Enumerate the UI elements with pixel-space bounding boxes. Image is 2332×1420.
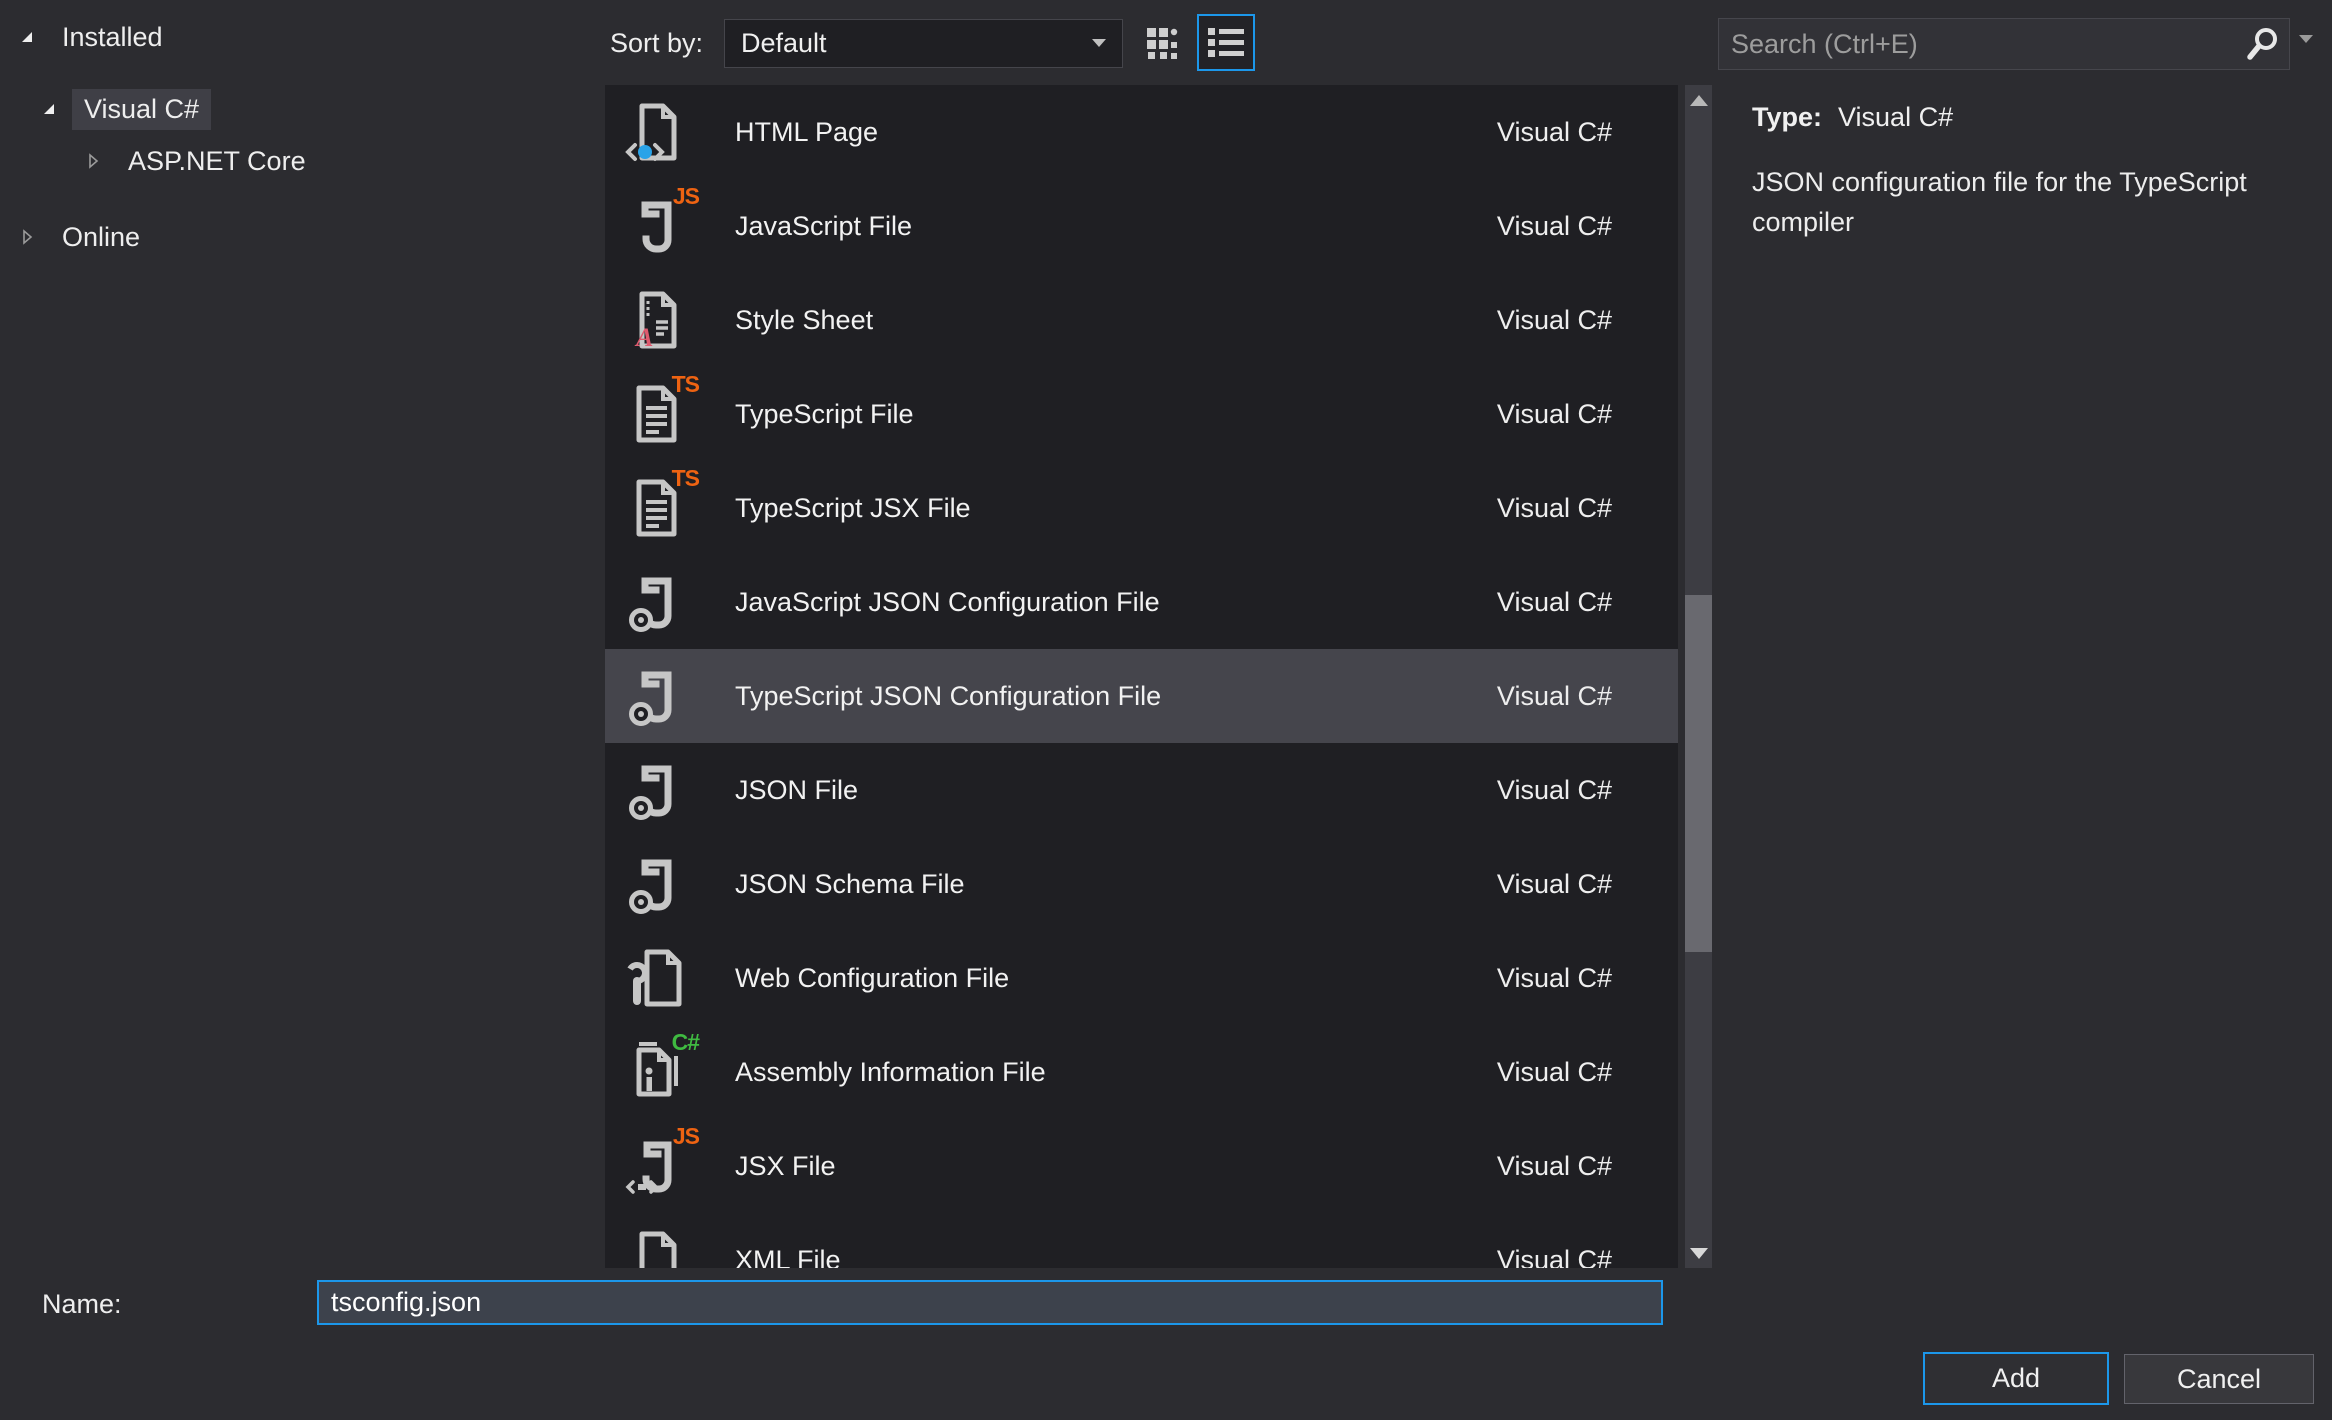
scroll-down-icon: [1689, 1247, 1709, 1260]
template-name: JSON Schema File: [735, 869, 1497, 900]
template-name: HTML Page: [735, 117, 1497, 148]
list-item-json-schema-file[interactable]: JSON Schema File Visual C#: [605, 837, 1678, 931]
add-new-item-dialog: { "sidebar": { "items": [ { "label": "In…: [0, 0, 2332, 1420]
html-page-icon: [625, 100, 689, 164]
template-name: JSON File: [735, 775, 1497, 806]
ts-doc-icon: TS: [625, 382, 689, 446]
template-name: JSX File: [735, 1151, 1497, 1182]
template-list: HTML Page Visual C# JS JavaScript File V…: [605, 85, 1678, 1268]
template-category: Visual C#: [1497, 305, 1612, 336]
template-name: JavaScript JSON Configuration File: [735, 587, 1497, 618]
scroll-up-button[interactable]: [1685, 85, 1712, 115]
list-item-json-file[interactable]: JSON File Visual C#: [605, 743, 1678, 837]
template-name: TypeScript JSON Configuration File: [735, 681, 1497, 712]
list-scrollbar[interactable]: [1685, 85, 1712, 1268]
sidebar-item-visual-c-[interactable]: Visual C#: [0, 86, 600, 132]
search-box: [1718, 18, 2290, 70]
chevron-down-icon: [1092, 39, 1106, 48]
template-category: Visual C#: [1497, 399, 1612, 430]
scroll-down-button[interactable]: [1685, 1238, 1712, 1268]
icon-badge: C#: [672, 1031, 699, 1054]
list-item-html-page[interactable]: HTML Page Visual C#: [605, 85, 1678, 179]
list-item-typescript-file[interactable]: TS TypeScript File Visual C#: [605, 367, 1678, 461]
list-view-button[interactable]: [1197, 14, 1255, 71]
sidebar-item-online[interactable]: Online: [0, 214, 600, 260]
list-item-xml-file[interactable]: XML File Visual C#: [605, 1213, 1678, 1268]
sidebar-item-label: ASP.NET Core: [116, 141, 318, 182]
template-category: Visual C#: [1497, 493, 1612, 524]
type-row: Type: Visual C#: [1752, 102, 1953, 133]
medium-icons-icon: [1146, 27, 1180, 61]
list-item-assembly-information-file[interactable]: C# Assembly Information File Visual C#: [605, 1025, 1678, 1119]
name-input[interactable]: [317, 1280, 1663, 1325]
list-item-javascript-json-configuration-file[interactable]: JavaScript JSON Configuration File Visua…: [605, 555, 1678, 649]
icon-badge: TS: [672, 373, 699, 396]
template-name: Web Configuration File: [735, 963, 1497, 994]
template-category: Visual C#: [1497, 963, 1612, 994]
sidebar-item-installed[interactable]: Installed: [0, 14, 600, 60]
template-name: TypeScript JSX File: [735, 493, 1497, 524]
js-scroll-icon: JS: [625, 194, 689, 258]
expanded-triangle-icon: [14, 24, 40, 50]
web-config-icon: [625, 946, 689, 1010]
template-category: Visual C#: [1497, 1151, 1612, 1182]
search-input[interactable]: [1719, 19, 2243, 69]
sidebar-item-label: Installed: [50, 17, 175, 58]
type-label: Type:: [1752, 102, 1822, 132]
template-category: Visual C#: [1497, 117, 1612, 148]
collapsed-triangle-icon: [14, 224, 40, 250]
icon-badge: TS: [672, 467, 699, 490]
list-item-typescript-jsx-file[interactable]: TS TypeScript JSX File Visual C#: [605, 461, 1678, 555]
template-category: Visual C#: [1497, 775, 1612, 806]
assembly-info-icon: C#: [625, 1040, 689, 1104]
list-item-typescript-json-configuration-file[interactable]: TypeScript JSON Configuration File Visua…: [605, 649, 1678, 743]
name-label: Name:: [42, 1289, 122, 1320]
scroll-thumb[interactable]: [1685, 595, 1712, 952]
json-scroll-icon: [625, 570, 689, 634]
list-item-style-sheet[interactable]: Style Sheet Visual C#: [605, 273, 1678, 367]
template-category: Visual C#: [1497, 1057, 1612, 1088]
sidebar-item-label: Visual C#: [72, 89, 211, 130]
list-item-jsx-file[interactable]: JS JSX File Visual C#: [605, 1119, 1678, 1213]
template-category: Visual C#: [1497, 681, 1612, 712]
icon-badge: JS: [673, 185, 699, 208]
list-view-icon: [1207, 27, 1245, 59]
template-name: JavaScript File: [735, 211, 1497, 242]
template-category: Visual C#: [1497, 869, 1612, 900]
category-tree: Installed Visual C# ASP.NET Core Online: [0, 14, 600, 260]
collapsed-triangle-icon: [80, 148, 106, 174]
xml-doc-icon: [625, 1228, 689, 1268]
medium-icons-view-button[interactable]: [1138, 21, 1188, 67]
search-options-chevron-icon[interactable]: [2298, 34, 2314, 44]
sort-by-label: Sort by:: [610, 28, 703, 59]
icon-badge: JS: [673, 1125, 699, 1148]
sidebar-item-label: Online: [50, 217, 152, 258]
ts-doc-icon: TS: [625, 476, 689, 540]
add-button[interactable]: Add: [1923, 1352, 2109, 1405]
json-scroll-icon: [625, 758, 689, 822]
template-category: Visual C#: [1497, 1245, 1612, 1269]
style-sheet-icon: [625, 288, 689, 352]
sort-by-dropdown[interactable]: Default: [724, 19, 1123, 68]
json-scroll-icon: [625, 852, 689, 916]
template-name: XML File: [735, 1245, 1497, 1269]
expanded-triangle-icon: [36, 96, 62, 122]
template-name: Assembly Information File: [735, 1057, 1497, 1088]
template-name: Style Sheet: [735, 305, 1497, 336]
sidebar-item-asp-net-core[interactable]: ASP.NET Core: [0, 138, 600, 184]
sort-by-value: Default: [741, 28, 827, 59]
search-icon[interactable]: [2243, 24, 2283, 64]
json-scroll-icon: [625, 664, 689, 728]
scroll-up-icon: [1689, 94, 1709, 107]
cancel-button[interactable]: Cancel: [2124, 1354, 2314, 1404]
type-value: Visual C#: [1838, 102, 1953, 132]
jsx-scroll-icon: JS: [625, 1134, 689, 1198]
template-category: Visual C#: [1497, 211, 1612, 242]
template-category: Visual C#: [1497, 587, 1612, 618]
template-description: JSON configuration file for the TypeScri…: [1752, 162, 2330, 242]
list-item-web-configuration-file[interactable]: Web Configuration File Visual C#: [605, 931, 1678, 1025]
list-item-javascript-file[interactable]: JS JavaScript File Visual C#: [605, 179, 1678, 273]
template-name: TypeScript File: [735, 399, 1497, 430]
